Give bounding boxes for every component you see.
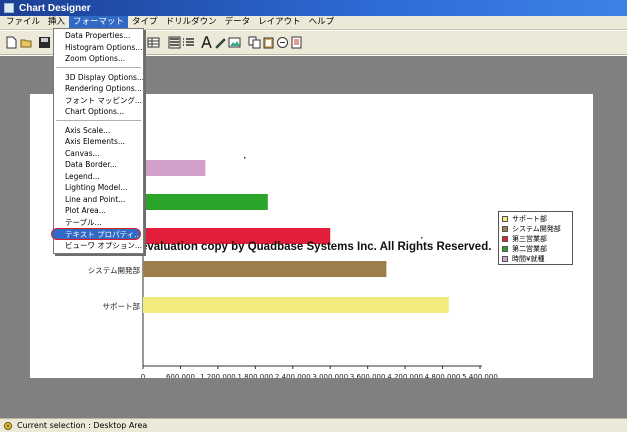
image-icon[interactable] <box>228 36 241 49</box>
menu-4[interactable]: ドリルダウン <box>162 16 221 29</box>
legend-swatch <box>502 256 508 262</box>
bar-0[interactable] <box>143 297 449 313</box>
dropdown-item[interactable]: Line and Point... <box>54 194 143 206</box>
selection-gear-icon <box>4 421 12 430</box>
legend-label: システム開発部 <box>512 225 561 233</box>
x-tick-label: 5,400,000 <box>462 373 498 378</box>
dropdown-item[interactable]: テーブル... <box>54 217 143 229</box>
chart-legend[interactable]: サポート部システム開発部 第三営業部第二営業部時間¥就種 <box>498 211 573 265</box>
list-icon[interactable] <box>168 36 181 49</box>
bar-3[interactable] <box>143 194 268 210</box>
x-tick-label: 0 <box>141 373 145 378</box>
dropdown-item[interactable]: Rendering Options... <box>54 83 143 95</box>
legend-label: 第二営業部 <box>512 245 547 253</box>
list-alt-icon[interactable] <box>182 36 195 49</box>
x-tick-label: 4,800,000 <box>425 373 461 378</box>
menu-separator <box>56 119 141 124</box>
menu-6[interactable]: レイアウト <box>254 16 305 29</box>
status-bar: Current selection : Desktop Area <box>0 418 627 432</box>
dropdown-item[interactable]: Histogram Options... <box>54 42 143 54</box>
dropdown-item[interactable]: Data Border... <box>54 159 143 171</box>
text-a-icon[interactable] <box>200 36 213 49</box>
bar-1[interactable] <box>143 261 387 277</box>
x-tick-label: 3,000,000 <box>312 373 348 378</box>
legend-label: 時間¥就種 <box>512 255 545 263</box>
format-menu-dropdown: Data Properties... Histogram Options... Zo… <box>51 28 144 254</box>
x-tick-label: 600,000 <box>166 373 195 378</box>
dropdown-item[interactable]: フォント マッピング... <box>54 95 143 107</box>
dropdown-item[interactable]: Plot Area... <box>54 205 143 217</box>
x-tick-label: 1,800,000 <box>238 373 274 378</box>
x-tick-label: 4,200,000 <box>387 373 423 378</box>
window-title: Chart Designer <box>19 2 91 14</box>
legend-entry: サポート部 <box>502 214 569 224</box>
category-label: サポート部 <box>103 301 141 311</box>
category-label: システム開発部 <box>88 265 141 275</box>
status-text: Current selection : Desktop Area <box>17 421 148 430</box>
dropdown-item[interactable]: Chart Options... <box>54 106 143 118</box>
save-icon[interactable] <box>38 36 51 49</box>
paste-icon[interactable] <box>262 36 275 49</box>
pen-icon[interactable] <box>214 36 227 49</box>
copy-icon[interactable] <box>248 36 261 49</box>
dropdown-item[interactable]: Canvas... <box>54 148 143 160</box>
x-tick-label: 1,200,000 <box>200 373 236 378</box>
bar-4[interactable] <box>143 160 206 176</box>
legend-entry: 時間¥就種 <box>502 254 569 264</box>
table-icon[interactable] <box>147 36 160 49</box>
legend-label: サポート部 <box>512 215 547 223</box>
dropdown-item[interactable]: Data Properties... <box>54 30 143 42</box>
menu-separator <box>56 66 141 71</box>
new-icon[interactable] <box>5 36 18 49</box>
dropdown-item[interactable]: テキスト プロパティ... <box>51 228 141 240</box>
legend-swatch <box>502 226 508 232</box>
dropdown-item[interactable]: Zoom Options... <box>54 53 143 65</box>
x-tick-label: 2,400,000 <box>275 373 311 378</box>
dropdown-item[interactable]: Legend... <box>54 171 143 183</box>
dropdown-item[interactable]: Axis Elements... <box>54 136 143 148</box>
legend-swatch <box>502 246 508 252</box>
dropdown-item[interactable]: Axis Scale... <box>54 125 143 137</box>
menu-7[interactable]: ヘルプ <box>305 16 339 29</box>
dropdown-item[interactable]: Lighting Model... <box>54 182 143 194</box>
open-icon[interactable] <box>20 36 33 49</box>
legend-swatch <box>502 236 508 242</box>
menu-0[interactable]: ファイル <box>2 16 44 29</box>
legend-entry: システム開発部 <box>502 224 569 234</box>
legend-entry: 第三営業部 <box>502 234 569 244</box>
menu-5[interactable]: データ <box>221 16 255 29</box>
legend-swatch <box>502 216 508 222</box>
legend-entry: 第二営業部 <box>502 244 569 254</box>
dot-mark <box>421 237 423 239</box>
export-icon[interactable] <box>290 36 303 49</box>
title-bar: Chart Designer <box>0 0 627 16</box>
legend-label: 第三営業部 <box>512 235 547 243</box>
dot-mark <box>244 157 246 159</box>
dropdown-item[interactable]: 3D Display Options... <box>54 72 143 84</box>
x-tick-label: 3,600,000 <box>350 373 386 378</box>
dropdown-item[interactable]: ビューワ オプション... <box>54 240 143 252</box>
app-icon <box>4 3 14 13</box>
duplicate-icon[interactable] <box>276 36 289 49</box>
